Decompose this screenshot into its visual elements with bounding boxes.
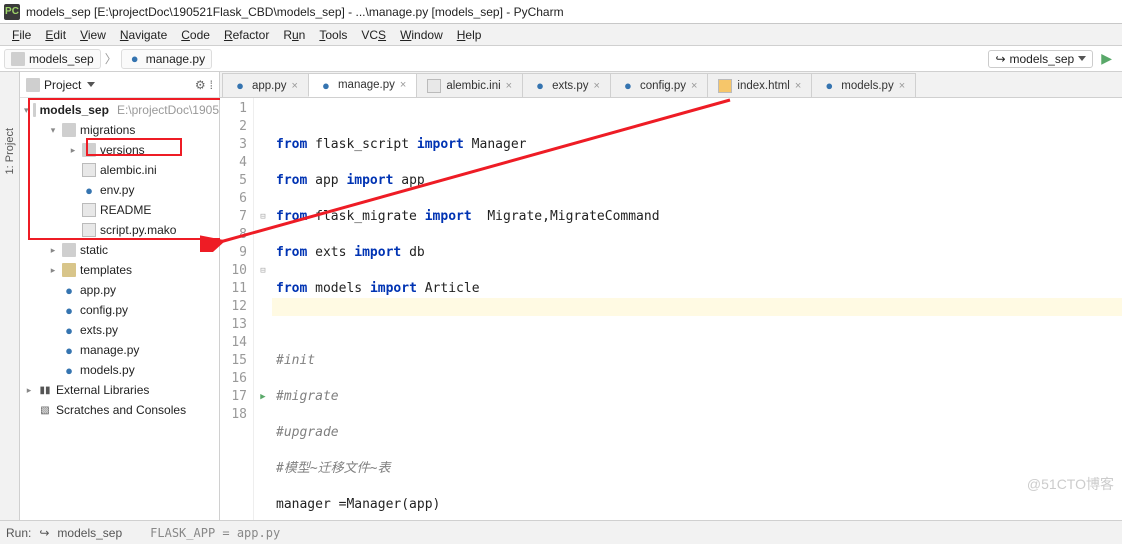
python-file-icon: ● — [62, 343, 76, 357]
folder-icon — [62, 263, 76, 277]
run-tool-output-line: FLASK_APP = app.py — [150, 526, 280, 540]
tree-static[interactable]: static — [80, 243, 108, 257]
annotation-box-migrations — [28, 98, 228, 240]
tab-models[interactable]: ●models.py× — [811, 73, 916, 97]
menu-view[interactable]: View — [74, 26, 112, 44]
tab-app[interactable]: ●app.py× — [222, 73, 309, 97]
menu-file[interactable]: File — [6, 26, 37, 44]
folder-icon — [11, 52, 25, 66]
python-file-icon: ● — [62, 363, 76, 377]
project-panel-title: Project — [44, 78, 81, 92]
close-icon[interactable]: × — [899, 80, 905, 92]
tree-manage[interactable]: manage.py — [80, 343, 139, 357]
python-file-icon: ● — [822, 79, 836, 93]
scratches-icon: ▧ — [38, 403, 52, 417]
menu-navigate[interactable]: Navigate — [114, 26, 173, 44]
tab-index[interactable]: index.html× — [707, 73, 812, 97]
html-file-icon — [718, 79, 732, 93]
menu-help[interactable]: Help — [451, 26, 488, 44]
python-file-icon: ● — [621, 79, 635, 93]
run-config-icon: ↪ — [995, 52, 1005, 66]
menu-bar: File Edit View Navigate Code Refactor Ru… — [0, 24, 1122, 46]
ini-file-icon — [427, 79, 441, 93]
tree-templates[interactable]: templates — [80, 263, 132, 277]
gear-icon[interactable]: ⚙ — [195, 78, 206, 92]
fold-gutter: ⊟ ⊟ ▶ — [254, 98, 272, 520]
navigation-bar: models_sep 〉 ● manage.py ↪ models_sep ▶ — [0, 46, 1122, 72]
chevron-down-icon — [1078, 56, 1086, 61]
run-config-icon: ↪ — [39, 526, 49, 540]
python-file-icon: ● — [62, 283, 76, 297]
tab-manage[interactable]: ●manage.py× — [308, 73, 417, 97]
tree-external-libraries[interactable]: External Libraries — [56, 383, 149, 397]
tab-alembic[interactable]: alembic.ini× — [416, 73, 523, 97]
tree-exts[interactable]: exts.py — [80, 323, 118, 337]
run-config-selector[interactable]: ↪ models_sep — [988, 50, 1093, 68]
editor-tabs: ●app.py× ●manage.py× alembic.ini× ●exts.… — [220, 72, 1122, 98]
tree-models[interactable]: models.py — [80, 363, 135, 377]
menu-code[interactable]: Code — [175, 26, 216, 44]
python-file-icon: ● — [319, 78, 333, 92]
run-tool-label[interactable]: Run: — [6, 526, 31, 540]
python-file-icon: ● — [533, 79, 547, 93]
menu-run[interactable]: Run — [277, 26, 311, 44]
close-icon[interactable]: × — [691, 80, 697, 92]
pycharm-logo-icon: PC — [4, 4, 20, 20]
run-tool-tab-bar: Run: ↪ models_sep FLASK_APP = app.py — [0, 520, 1122, 544]
tab-exts[interactable]: ●exts.py× — [522, 73, 611, 97]
close-icon[interactable]: × — [594, 80, 600, 92]
left-tool-strip: 1: Project — [0, 72, 20, 520]
python-file-icon: ● — [62, 303, 76, 317]
tree-scratches[interactable]: Scratches and Consoles — [56, 403, 186, 417]
collapse-icon[interactable]: ⁞ — [210, 78, 213, 92]
breadcrumb-root-label: models_sep — [29, 52, 94, 66]
tab-config[interactable]: ●config.py× — [610, 73, 708, 97]
project-tool-window: Project ⚙ ⁞ ▾models_sepE:\projectDoc\190… — [20, 72, 220, 520]
window-title-bar: PC models_sep [E:\projectDoc\190521Flask… — [0, 0, 1122, 24]
tree-config[interactable]: config.py — [80, 303, 128, 317]
run-gutter-icon[interactable]: ▶ — [254, 388, 272, 406]
run-button-icon[interactable]: ▶ — [1101, 50, 1112, 67]
breadcrumb-separator-icon: 〉 — [105, 50, 117, 67]
python-file-icon: ● — [62, 323, 76, 337]
tree-app[interactable]: app.py — [80, 283, 116, 297]
menu-edit[interactable]: Edit — [39, 26, 72, 44]
run-config-label: models_sep — [1010, 52, 1075, 66]
library-icon: ▮▮ — [38, 383, 52, 397]
code-content[interactable]: from flask_script import Manager from ap… — [272, 98, 1122, 520]
menu-refactor[interactable]: Refactor — [218, 26, 275, 44]
menu-window[interactable]: Window — [394, 26, 449, 44]
close-icon[interactable]: × — [506, 80, 512, 92]
line-number-gutter: 123456789101112131415161718 — [220, 98, 254, 520]
folder-icon — [62, 243, 76, 257]
run-tool-config[interactable]: models_sep — [57, 526, 122, 540]
python-file-icon: ● — [233, 79, 247, 93]
close-icon[interactable]: × — [795, 80, 801, 92]
annotation-box-versions — [86, 138, 182, 156]
breadcrumb-file-label: manage.py — [146, 52, 205, 66]
project-icon — [26, 78, 40, 92]
tool-tab-project[interactable]: 1: Project — [4, 122, 16, 180]
code-editor[interactable]: 123456789101112131415161718 ⊟ ⊟ ▶ from f… — [220, 98, 1122, 520]
editor-area: ●app.py× ●manage.py× alembic.ini× ●exts.… — [220, 72, 1122, 520]
breadcrumb-root[interactable]: models_sep — [4, 49, 101, 69]
close-icon[interactable]: × — [400, 79, 406, 91]
python-file-icon: ● — [128, 52, 142, 66]
menu-vcs[interactable]: VCS — [355, 26, 392, 44]
chevron-down-icon[interactable] — [87, 82, 95, 87]
window-title: models_sep [E:\projectDoc\190521Flask_CB… — [26, 5, 564, 19]
breadcrumb-file[interactable]: ● manage.py — [121, 49, 212, 69]
close-icon[interactable]: × — [292, 80, 298, 92]
menu-tools[interactable]: Tools — [313, 26, 353, 44]
